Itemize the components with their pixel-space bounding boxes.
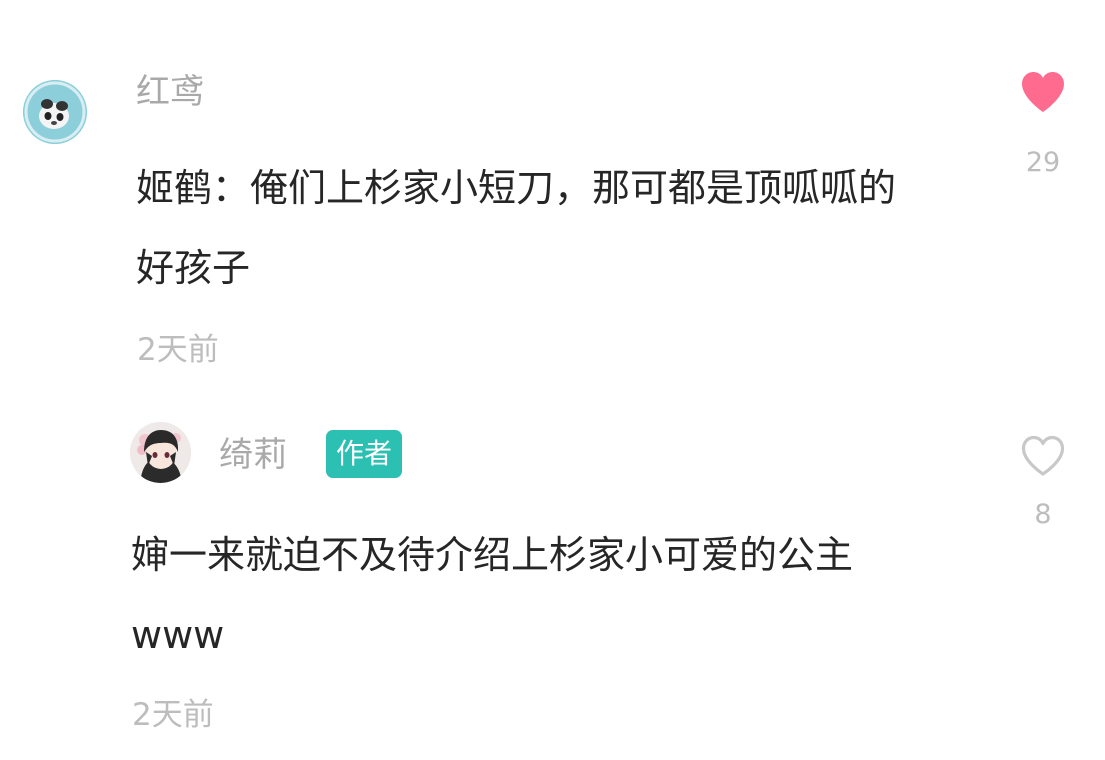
user-avatar[interactable] <box>130 422 191 483</box>
username[interactable]: 绮莉 <box>219 435 287 475</box>
comment-time: 2天前 <box>132 697 214 733</box>
comment-item: 绮莉 作者 婶一来就迫不及待介绍上杉家小可爱的公主www 2天前 8 <box>0 0 1105 760</box>
author-badge: 作者 <box>326 430 403 478</box>
heart-outline-icon <box>1021 435 1065 476</box>
anime-character-avatar-icon <box>130 422 191 483</box>
like-count: 8 <box>1034 499 1052 530</box>
comment-text: 婶一来就迫不及待介绍上杉家小可爱的公主www <box>131 533 854 657</box>
like-button[interactable] <box>1019 434 1067 478</box>
